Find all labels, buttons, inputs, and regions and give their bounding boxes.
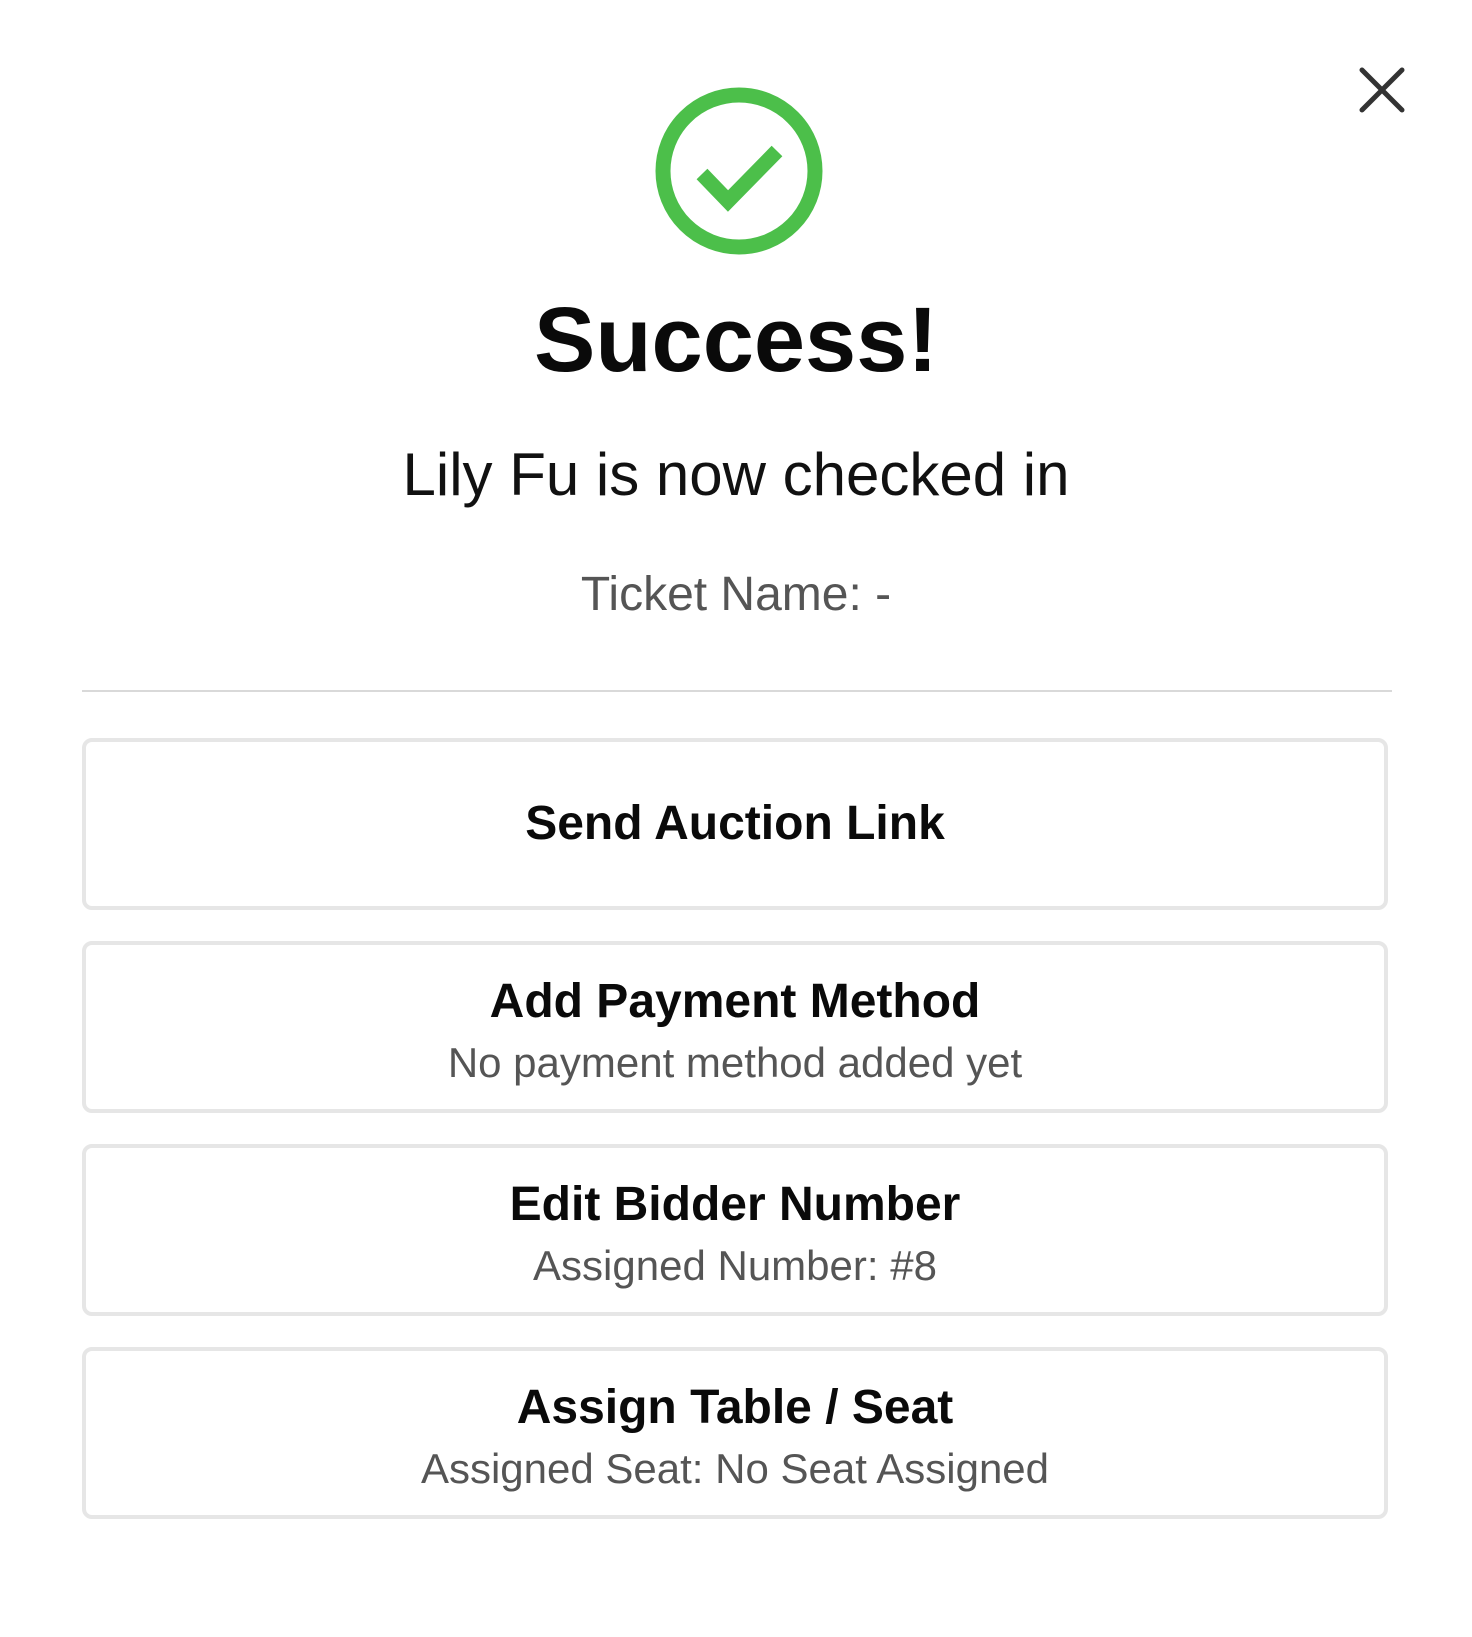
payment-method-status: No payment method added yet bbox=[447, 1039, 1023, 1086]
assign-table-seat-label: Assign Table / Seat bbox=[516, 1381, 954, 1434]
close-icon bbox=[1359, 67, 1405, 113]
edit-bidder-number-label: Edit Bidder Number bbox=[509, 1178, 961, 1231]
send-auction-link-button[interactable]: Send Auction Link bbox=[82, 738, 1388, 910]
assign-table-seat-button[interactable]: Assign Table / Seat Assigned Seat: No Se… bbox=[82, 1347, 1388, 1519]
assigned-seat: Assigned Seat: No Seat Assigned bbox=[420, 1445, 1050, 1492]
edit-bidder-number-button[interactable]: Edit Bidder Number Assigned Number: #8 bbox=[82, 1144, 1388, 1316]
add-payment-method-label: Add Payment Method bbox=[489, 975, 981, 1028]
check-circle-icon bbox=[650, 82, 828, 260]
checkin-success-modal: Success! Lily Fu is now checked in Ticke… bbox=[0, 0, 1472, 1637]
ticket-name: Ticket Name: - bbox=[580, 568, 892, 621]
success-title: Success! bbox=[533, 289, 939, 391]
close-button[interactable] bbox=[1356, 64, 1408, 116]
divider bbox=[82, 690, 1392, 692]
checked-in-message: Lily Fu is now checked in bbox=[402, 441, 1070, 508]
assigned-number: Assigned Number: #8 bbox=[533, 1242, 937, 1289]
add-payment-method-button[interactable]: Add Payment Method No payment method add… bbox=[82, 941, 1388, 1113]
send-auction-link-label: Send Auction Link bbox=[525, 797, 945, 850]
